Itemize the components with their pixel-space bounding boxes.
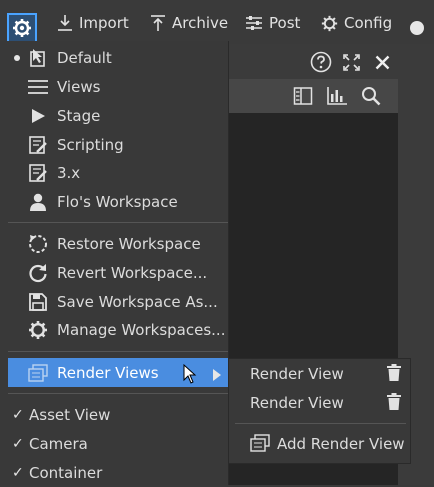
- menu-item-default[interactable]: Default: [0, 43, 228, 72]
- menu-item-label: Revert Workspace...: [57, 263, 208, 282]
- active-bullet-icon: [14, 55, 20, 61]
- check-icon: ✓: [12, 464, 24, 481]
- import-button[interactable]: Import: [57, 12, 129, 34]
- check-icon: ✓: [12, 435, 24, 452]
- archive-button[interactable]: Archive: [150, 12, 228, 34]
- menu-item-manage-workspaces[interactable]: Manage Workspaces...: [0, 315, 228, 344]
- submenu-item-label: Render View: [250, 393, 344, 412]
- import-label: Import: [79, 14, 129, 32]
- add-render-view-button[interactable]: Add Render View: [229, 429, 412, 458]
- menu-item-label: Manage Workspaces...: [57, 320, 226, 339]
- menu-item-label: Container: [29, 463, 103, 482]
- revert-icon: [27, 262, 49, 284]
- trash-icon[interactable]: [387, 364, 401, 385]
- menu-item-label: Render Views: [57, 363, 159, 382]
- views-icon: [27, 76, 49, 98]
- record-icon[interactable]: [410, 21, 424, 35]
- menu-item-label: Restore Workspace: [57, 234, 201, 253]
- search-icon[interactable]: [361, 86, 381, 110]
- render-views-icon: [27, 362, 49, 384]
- menu-item-render-views[interactable]: Render Views: [8, 358, 228, 387]
- workspace-dropdown-menu: Default Views Stage Scripting 3.x Flo's …: [0, 41, 229, 485]
- play-icon: [27, 105, 49, 127]
- config-button[interactable]: Config: [321, 12, 392, 34]
- maximize-icon[interactable]: [343, 54, 360, 75]
- cursor-icon: [183, 363, 197, 388]
- submenu-arrow-icon: [213, 367, 221, 385]
- scripting-icon: [27, 162, 49, 184]
- render-views-submenu: Render View Render View Add Render View: [228, 358, 411, 464]
- menu-item-camera[interactable]: ✓ Camera: [0, 429, 228, 458]
- menu-item-label: Stage: [57, 106, 101, 125]
- close-icon[interactable]: [375, 55, 390, 74]
- menu-item-label: Default: [57, 48, 112, 67]
- menu-item-label: Scripting: [57, 135, 124, 154]
- menu-item-asset-view[interactable]: ✓ Asset View: [0, 400, 228, 429]
- save-icon: [27, 291, 49, 313]
- config-label: Config: [344, 14, 393, 32]
- submenu-item-label: Render View: [250, 364, 344, 383]
- menu-item-label: Flo's Workspace: [57, 192, 178, 211]
- post-button[interactable]: Post: [245, 12, 300, 34]
- menu-item-scripting[interactable]: Scripting: [0, 130, 228, 159]
- render-views-icon: [250, 434, 270, 456]
- top-toolbar: Import Archive Post Config: [0, 0, 434, 44]
- menu-item-label: Camera: [29, 434, 88, 453]
- menu-item-3x[interactable]: 3.x: [0, 158, 228, 187]
- layout-icon[interactable]: [293, 86, 313, 110]
- chart-icon[interactable]: [326, 86, 348, 110]
- menu-item-label: Asset View: [29, 405, 111, 424]
- check-icon: ✓: [12, 406, 24, 423]
- help-icon[interactable]: [310, 51, 332, 77]
- menu-item-label: 3.x: [57, 163, 81, 182]
- add-render-view-label: Add Render View: [277, 434, 405, 453]
- default-workspace-icon: [27, 47, 49, 69]
- gear-icon: [321, 15, 338, 31]
- menu-divider: [8, 222, 228, 223]
- menu-item-stage[interactable]: Stage: [0, 101, 228, 130]
- gear-icon: [27, 319, 49, 341]
- menu-item-container[interactable]: ✓ Container: [0, 458, 228, 487]
- menu-item-restore-workspace[interactable]: Restore Workspace: [0, 229, 228, 258]
- sliders-icon: [246, 16, 262, 30]
- menu-item-label: Views: [57, 77, 101, 96]
- menu-divider: [8, 393, 228, 394]
- archive-icon: [151, 15, 165, 31]
- user-icon: [27, 191, 49, 213]
- submenu-divider: [235, 423, 406, 424]
- restore-icon: [27, 233, 49, 255]
- post-label: Post: [269, 14, 301, 32]
- workspace-menu-button[interactable]: [7, 13, 37, 43]
- archive-label: Archive: [172, 14, 229, 32]
- trash-icon[interactable]: [387, 393, 401, 414]
- menu-item-save-workspace-as[interactable]: Save Workspace As...: [0, 287, 228, 316]
- import-icon: [58, 15, 72, 31]
- scripting-icon: [27, 134, 49, 156]
- submenu-item-render-view[interactable]: Render View: [229, 388, 412, 417]
- menu-item-flos-workspace[interactable]: Flo's Workspace: [0, 187, 228, 216]
- gear-icon: [13, 19, 31, 37]
- menu-item-revert-workspace[interactable]: Revert Workspace...: [0, 258, 228, 287]
- submenu-item-render-view[interactable]: Render View: [229, 359, 412, 388]
- menu-item-label: Save Workspace As...: [57, 292, 218, 311]
- menu-item-views[interactable]: Views: [0, 72, 228, 101]
- menu-divider: [8, 351, 228, 352]
